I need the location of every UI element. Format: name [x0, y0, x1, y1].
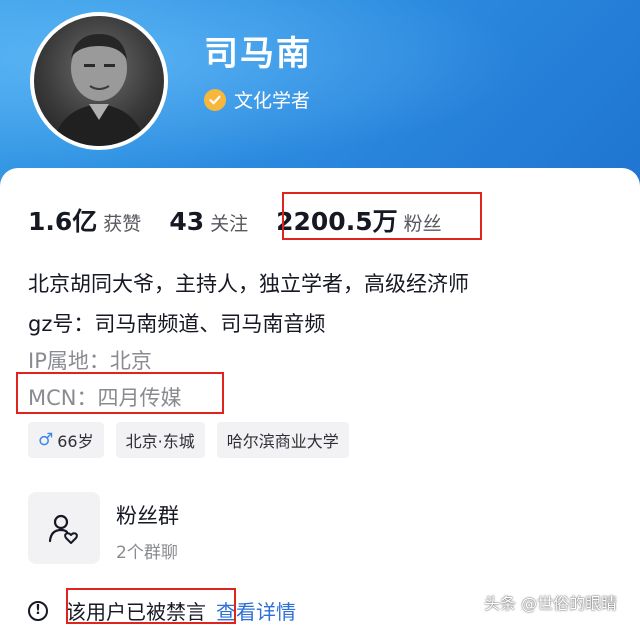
- fans-group-icon[interactable]: [28, 492, 100, 564]
- stat-likes-count: 1.6亿: [28, 207, 98, 236]
- male-icon: ♂: [38, 430, 54, 450]
- fans-group-title[interactable]: 粉丝群: [116, 500, 179, 530]
- source-watermark: 头条 @世俗的眼睛: [484, 594, 618, 613]
- tag-row: ♂ 66岁 北京·东城 哈尔滨商业大学: [28, 422, 361, 458]
- verified-check-icon: [204, 88, 226, 111]
- profile-name: 司马南: [204, 34, 312, 74]
- fans-group-count: 2个群聊: [116, 543, 178, 563]
- stat-following[interactable]: 43 关注: [169, 207, 248, 236]
- tag-age[interactable]: ♂ 66岁: [28, 422, 104, 458]
- bio-line: gz号：司马南频道、司马南音频: [28, 312, 326, 336]
- stat-following-count: 43: [169, 207, 205, 236]
- stat-following-label: 关注: [210, 213, 249, 235]
- tag-location[interactable]: 北京·东城: [115, 422, 205, 458]
- followers-highlight-box: [282, 192, 482, 240]
- mcn-highlight-box: [16, 372, 224, 414]
- tag-age-label: 66岁: [57, 432, 94, 451]
- exclamation-circle-icon: !: [28, 600, 48, 621]
- verified-row: 文化学者: [204, 86, 310, 113]
- bio-line: 北京胡同大爷，主持人，独立学者，高级经济师: [28, 272, 469, 296]
- stat-likes-label: 获赞: [103, 213, 142, 235]
- avatar[interactable]: [30, 12, 168, 150]
- verified-label: 文化学者: [234, 90, 311, 112]
- ban-highlight-box: [66, 588, 236, 624]
- ip-location: IP属地：北京: [28, 349, 152, 373]
- tag-school[interactable]: 哈尔滨商业大学: [216, 422, 349, 458]
- stat-likes[interactable]: 1.6亿 获赞: [28, 202, 141, 238]
